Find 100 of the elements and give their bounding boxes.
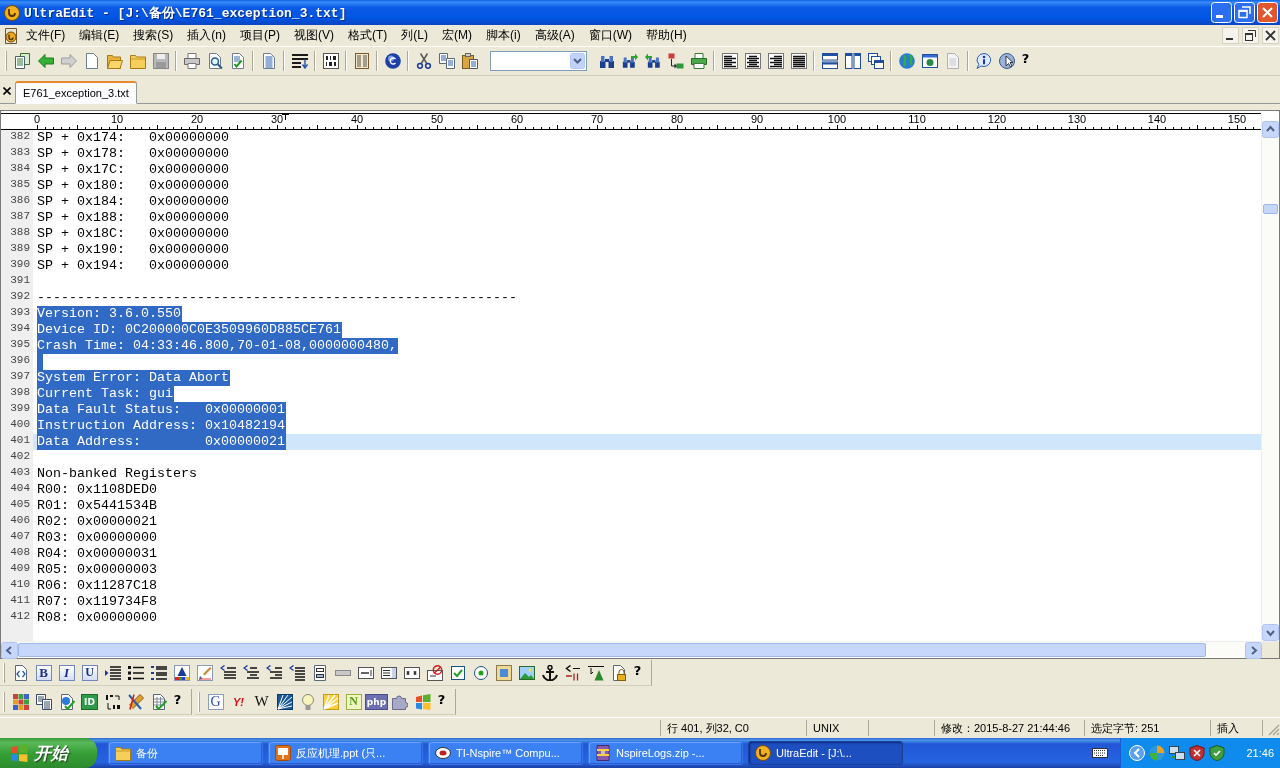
blocked-field-icon[interactable] (426, 664, 443, 681)
document-lines-icon[interactable] (260, 53, 277, 69)
checkbox-icon[interactable] (449, 664, 466, 681)
save-icon[interactable] (152, 53, 169, 69)
paragraph-center-icon[interactable] (242, 664, 259, 681)
close-icon[interactable] (3, 86, 11, 95)
help-cursor-icon[interactable] (998, 53, 1015, 69)
back-arrow-icon[interactable] (37, 53, 54, 69)
pencil-ruler-icon[interactable] (127, 693, 144, 710)
puzzle-icon[interactable] (391, 693, 408, 710)
sheet-check-icon[interactable] (150, 693, 167, 710)
web-search-button[interactable]: G (207, 693, 224, 710)
scroll-right-icon[interactable] (1245, 642, 1262, 659)
scroll-left-icon[interactable] (1, 642, 18, 659)
menu-item[interactable]: 高级(A) (527, 26, 582, 45)
find-in-files-icon[interactable] (644, 53, 661, 69)
taskbar-button[interactable]: 备份 (108, 741, 263, 765)
image-frame-icon[interactable] (495, 664, 512, 681)
open-folder-icon[interactable] (106, 53, 123, 69)
menu-item[interactable]: 列(L) (394, 26, 435, 45)
sunburst-tile-icon[interactable] (322, 693, 339, 710)
info-icon[interactable] (975, 53, 992, 69)
align-center-icon[interactable] (744, 53, 761, 69)
triangle-palette-icon[interactable] (173, 664, 190, 681)
line-triangle-icon[interactable] (587, 664, 604, 681)
menu-item[interactable]: 编辑(E) (72, 26, 127, 45)
keyboard-icon[interactable] (1092, 745, 1108, 761)
rays-tile-icon[interactable] (276, 693, 293, 710)
bar-grid-icon[interactable] (322, 53, 339, 69)
shield-x-icon[interactable] (1189, 745, 1205, 761)
new-file-icon[interactable] (83, 53, 100, 69)
document-tab[interactable]: E761_exception_3.txt (15, 81, 137, 104)
copy-pages-icon[interactable] (35, 693, 52, 710)
italic-button[interactable]: I (58, 664, 75, 681)
printer-icon[interactable] (690, 53, 707, 69)
indent-list-icon[interactable] (104, 664, 121, 681)
cut-icon[interactable] (415, 53, 432, 69)
wrap-lines-icon[interactable] (291, 53, 308, 69)
restore-icon[interactable] (1242, 27, 1259, 44)
taskbar-button[interactable]: NspireLogs.zip -... (588, 741, 743, 765)
form-icon[interactable] (311, 664, 328, 681)
menu-item[interactable]: 窗口(W) (581, 26, 639, 45)
browser-window-icon[interactable] (921, 53, 938, 69)
print-preview-icon[interactable] (206, 53, 223, 69)
flag-icon[interactable] (414, 693, 431, 710)
php-button[interactable]: php (364, 693, 389, 710)
menu-item[interactable]: 宏(M) (435, 26, 479, 45)
scroll-down-icon[interactable] (1262, 624, 1279, 641)
align-right-icon[interactable] (767, 53, 784, 69)
lock-icon[interactable] (610, 664, 627, 681)
text-field-icon[interactable] (357, 664, 374, 681)
split-vertical-icon[interactable] (844, 53, 861, 69)
taskbar-button[interactable]: TI-Nspire™ Compu... (428, 741, 583, 765)
menu-item[interactable]: 视图(V) (287, 26, 341, 45)
paint-brush-icon[interactable] (196, 664, 213, 681)
spell-check-icon[interactable] (229, 53, 246, 69)
minimize-icon[interactable] (1222, 27, 1239, 44)
network-icon[interactable] (1169, 745, 1185, 761)
help-button[interactable]: ? (633, 663, 642, 678)
replace-icon[interactable] (667, 53, 684, 69)
paste-icon[interactable] (461, 53, 478, 69)
justify-icon[interactable] (790, 53, 807, 69)
taskbar-button[interactable]: 反应机理.ppt (只... (268, 741, 423, 765)
html-tag-icon[interactable] (12, 664, 29, 681)
help-button[interactable]: ? (173, 692, 182, 707)
password-field-icon[interactable] (403, 664, 420, 681)
anchor-icon[interactable] (541, 664, 558, 681)
copy-icon[interactable] (438, 53, 455, 69)
find-icon[interactable] (598, 53, 615, 69)
id-button[interactable]: ID (81, 693, 98, 710)
taskbar-button[interactable]: UltraEdit - [J:\... (748, 741, 903, 765)
column-document-icon[interactable] (353, 53, 370, 69)
list-box-icon[interactable] (380, 664, 397, 681)
underline-button[interactable]: U (81, 664, 98, 681)
folder-icon[interactable] (129, 53, 146, 69)
split-horizontal-icon[interactable] (821, 53, 838, 69)
globe-icon[interactable] (898, 53, 915, 69)
vertical-scrollbar[interactable] (1262, 138, 1279, 624)
align-left-icon[interactable] (721, 53, 738, 69)
menu-item[interactable]: 插入(n) (180, 26, 233, 45)
cascade-windows-icon[interactable] (867, 53, 884, 69)
menu-item[interactable]: 格式(T) (341, 26, 395, 45)
resize-grip-icon[interactable] (1268, 724, 1280, 736)
menu-item[interactable]: 项目(P) (233, 26, 287, 45)
menu-item[interactable]: 脚本(i) (479, 26, 528, 45)
web-search-button[interactable]: W (253, 693, 270, 710)
paragraph-right-icon[interactable] (265, 664, 282, 681)
menu-item[interactable]: 文件(F) (19, 26, 73, 45)
paragraph-left-icon[interactable] (219, 664, 236, 681)
help-button[interactable]: ? (1021, 52, 1030, 66)
document-logo-icon[interactable] (3, 27, 19, 44)
find-next-icon[interactable] (621, 53, 638, 69)
scroll-up-icon[interactable] (1262, 121, 1279, 138)
paragraph-justify-icon[interactable] (288, 664, 305, 681)
shield-icon[interactable] (1209, 745, 1225, 761)
bullet-list-icon[interactable] (127, 664, 144, 681)
search-combo-field[interactable] (490, 51, 587, 71)
scrollbar-thumb[interactable] (18, 643, 1206, 657)
bold-button[interactable]: B (35, 664, 52, 681)
radio-icon[interactable] (472, 664, 489, 681)
